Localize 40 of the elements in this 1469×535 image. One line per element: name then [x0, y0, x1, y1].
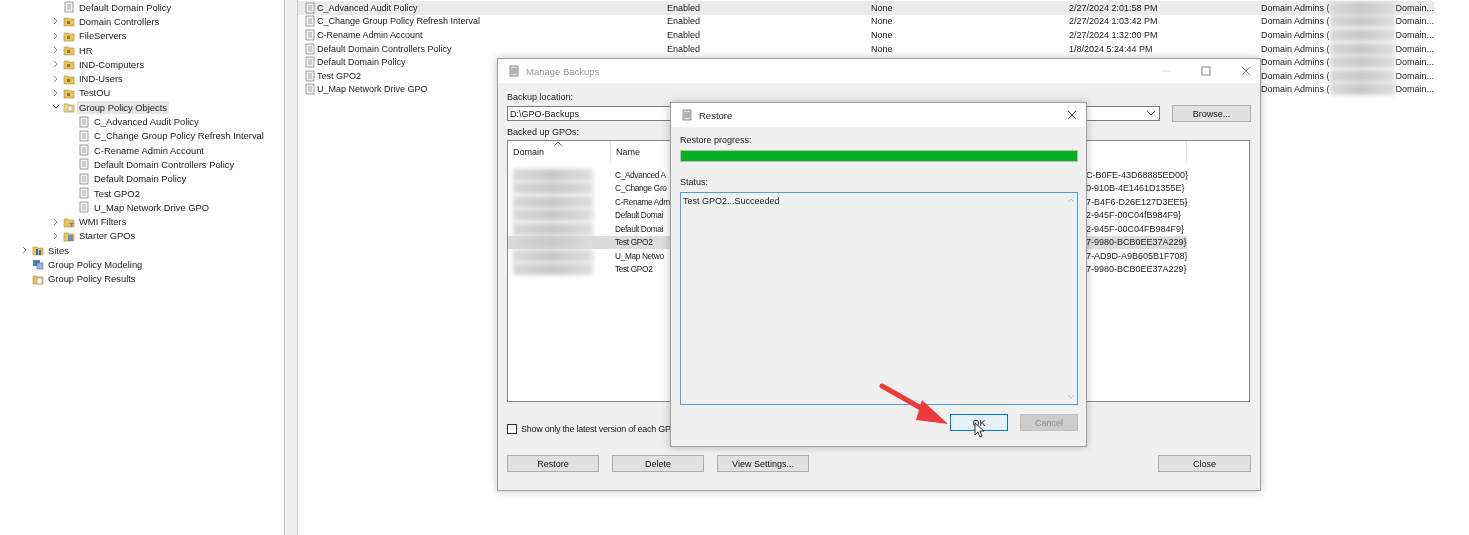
owner-text: Domain Admins (	[1261, 2, 1330, 13]
table-cell: 7-AD9D-A9B605B1F708}	[1086, 250, 1188, 261]
table-cell: 2-945F-00C04FB984F9}	[1086, 223, 1185, 234]
wmi-filter-text: None	[871, 43, 893, 54]
status-text: Enabled	[667, 2, 701, 13]
wmi-filter-text: None	[871, 2, 893, 13]
owner-text: Domain Admins (	[1261, 57, 1330, 68]
table-cell: Domain...	[1395, 70, 1434, 81]
window-title: Manage Backups	[526, 65, 601, 77]
progress-label: Restore progress:	[680, 135, 753, 145]
table-cell: Domain...	[1395, 43, 1434, 54]
owner-text: Domain Admins (	[1261, 30, 1330, 40]
table-cell: Domain...	[1395, 84, 1434, 95]
modified-date: 2/27/2024 2:01:58 PM	[1069, 2, 1158, 13]
owner-text: Domain Admins (	[1261, 16, 1330, 27]
table-cell: 7-B4F6-D26E127D3EE5}	[1086, 196, 1188, 207]
table-cell: Domain...	[1395, 57, 1434, 68]
status-text: Enabled	[667, 16, 701, 27]
table-cell: C-B0FE-43D68885ED00}	[1086, 169, 1189, 180]
status-text: Enabled	[667, 30, 701, 40]
status-text: Enabled	[667, 43, 701, 54]
wmi-filter-text: None	[871, 30, 893, 40]
table-cell: 2-945F-00C04fB984F9}	[1086, 210, 1182, 221]
table-cell: 7-9980-BCB0EE37A229}	[1086, 264, 1187, 275]
table-cell: 7-9980-BCB0EE37A229}	[1086, 237, 1187, 248]
owner-text: Domain Admins (	[1261, 43, 1330, 54]
table-cell: Domain...	[1395, 16, 1434, 27]
field-label: Backup location:	[507, 92, 575, 102]
modified-date: 2/27/2024 1:32:00 PM	[1069, 30, 1158, 40]
wmi-filter-text: None	[871, 16, 893, 27]
table-cell: Domain...	[1395, 30, 1434, 40]
table-cell: Domain...	[1395, 2, 1434, 13]
list-label: Backed up GPOs:	[507, 127, 581, 137]
modified-date: 1/8/2024 5:24:44 PM	[1069, 43, 1153, 54]
status-label: Status:	[680, 177, 709, 187]
owner-text: Domain Admins (	[1261, 84, 1330, 95]
table-cell: 0-910B-4E1461D1355E}	[1086, 183, 1185, 194]
owner-text: Domain Admins (	[1261, 70, 1330, 81]
window-title: Restore	[699, 109, 734, 121]
modified-date: 2/27/2024 1:03:42 PM	[1069, 16, 1158, 27]
